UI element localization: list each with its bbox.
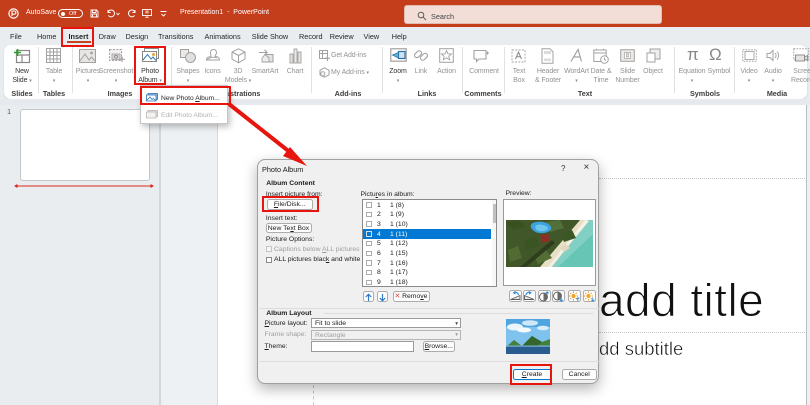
svg-text:dd subtitle: dd subtitle bbox=[599, 338, 683, 359]
svg-text:add title: add title bbox=[599, 274, 764, 326]
